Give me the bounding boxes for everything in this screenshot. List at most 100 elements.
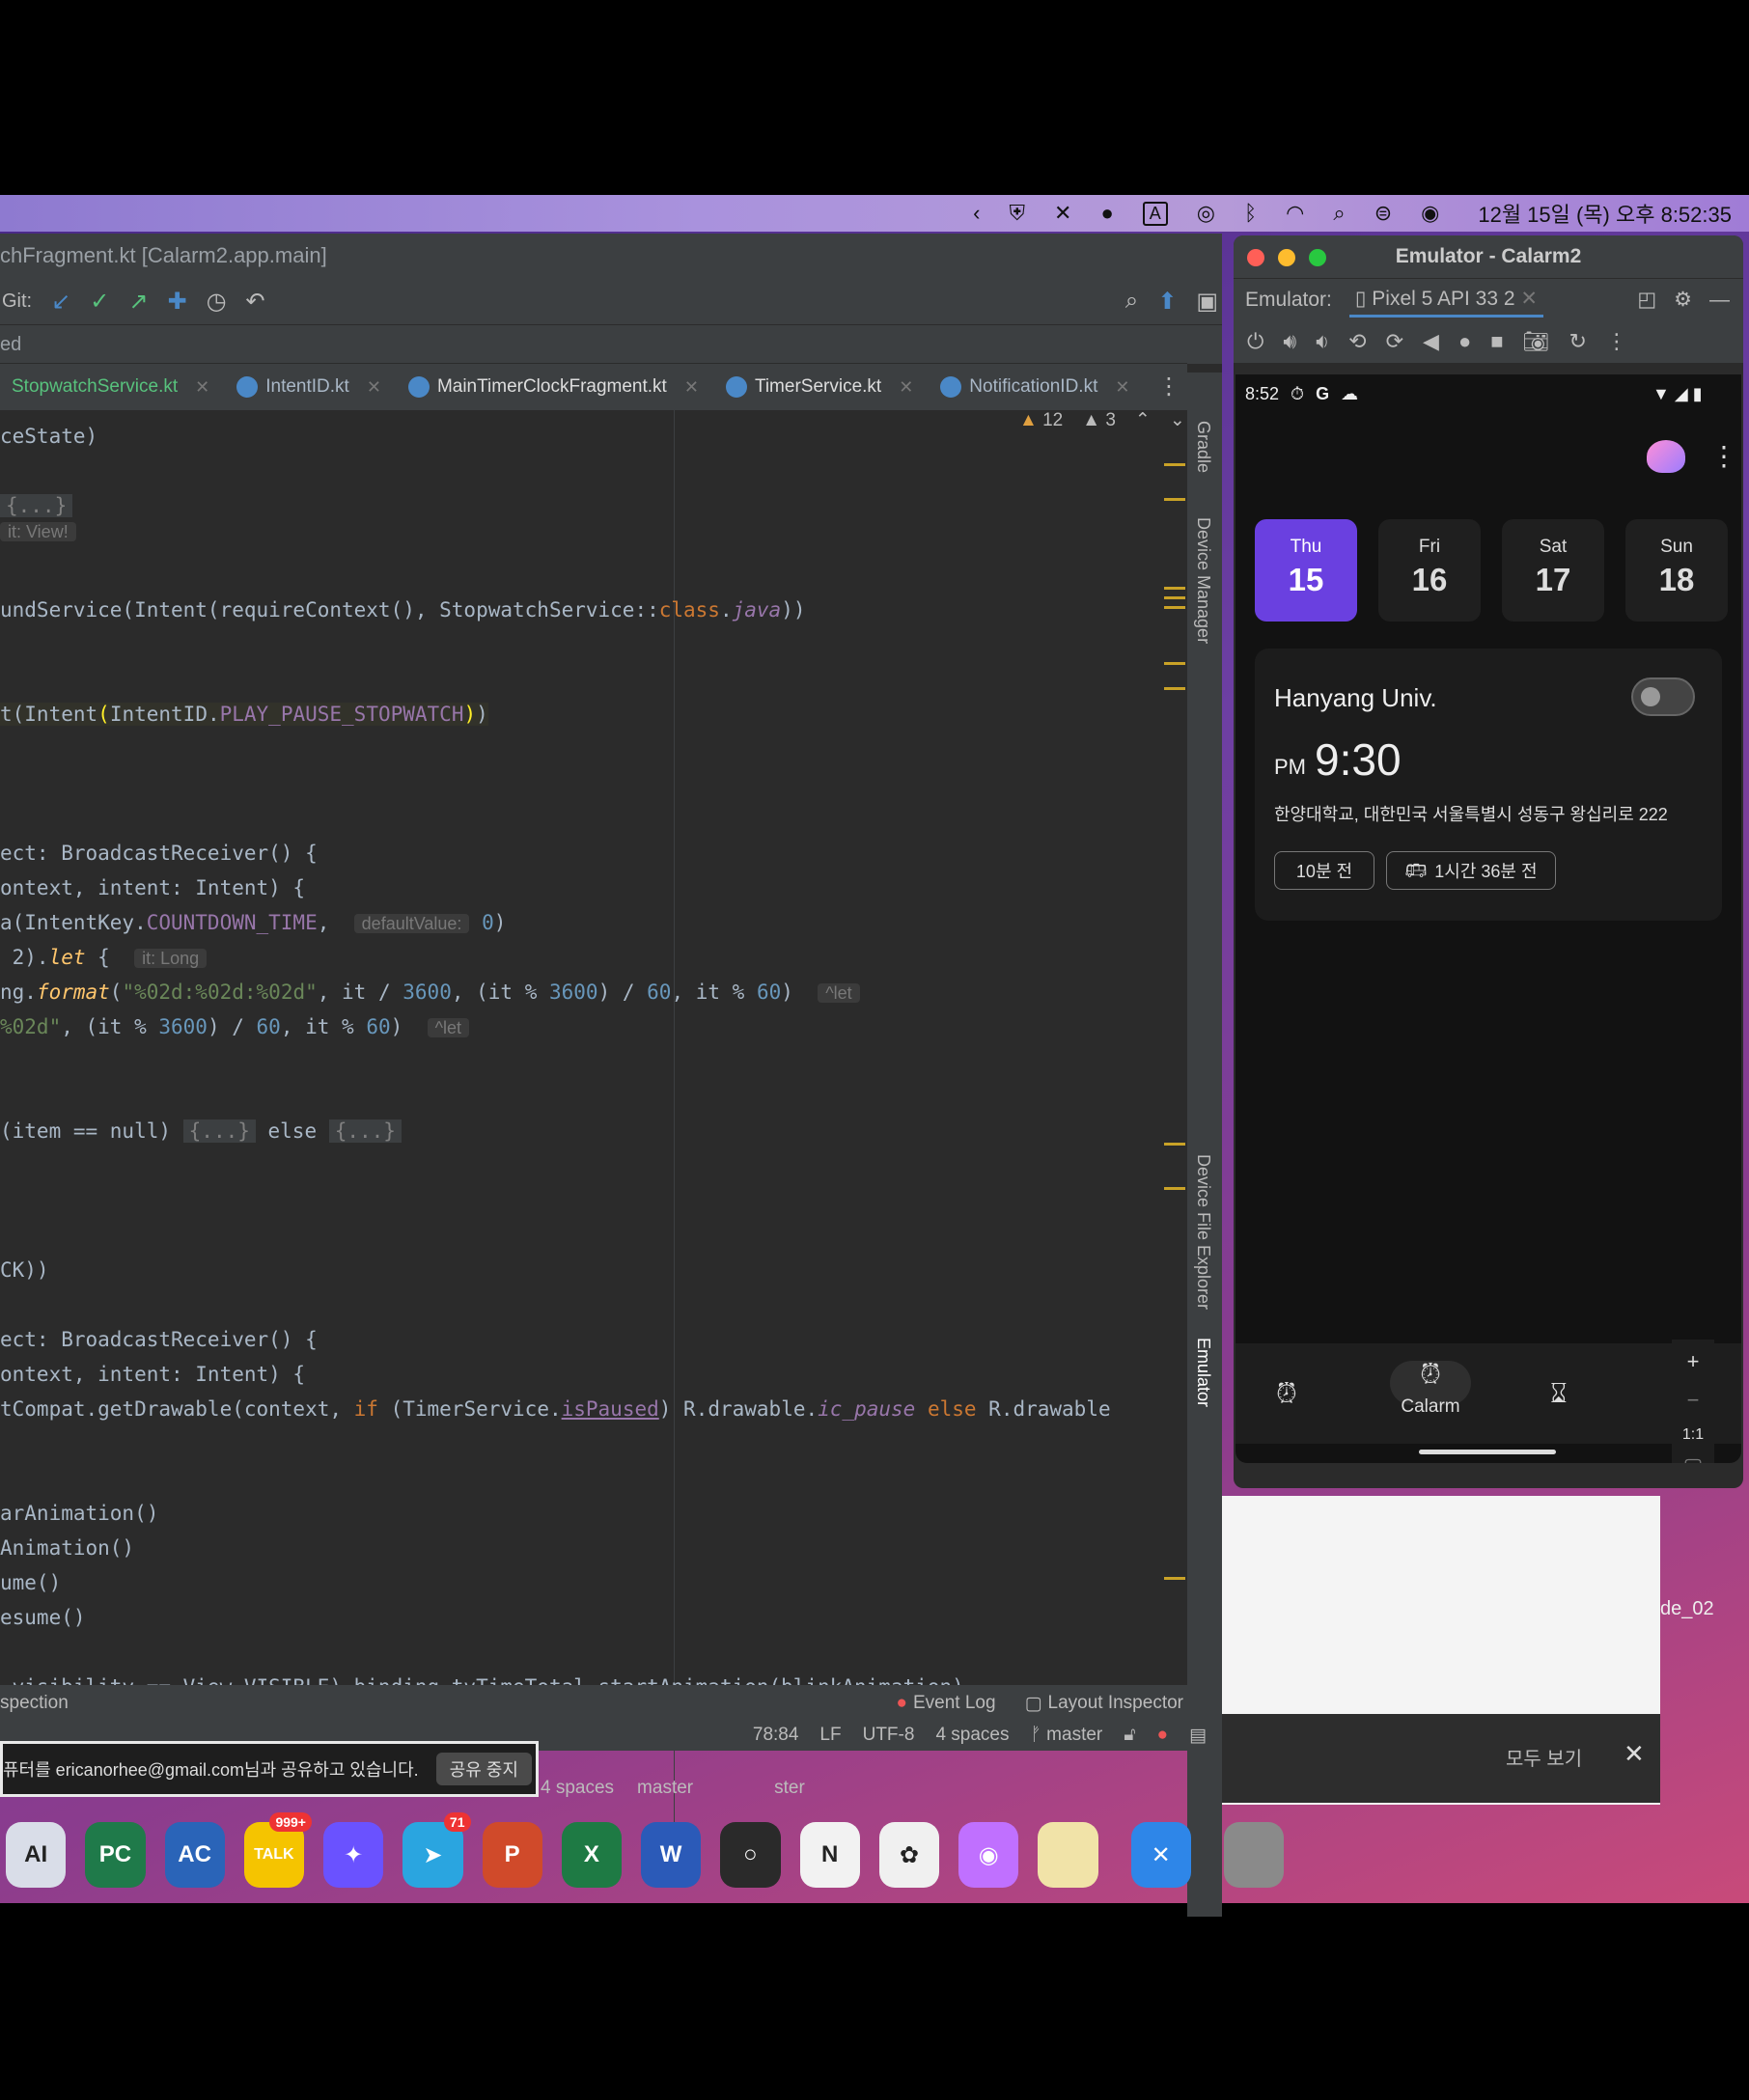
- close-icon[interactable]: ✕: [1115, 377, 1129, 398]
- tab-notification-id[interactable]: NotificationID.kt ✕: [929, 364, 1145, 410]
- gutter-mark[interactable]: [1164, 687, 1185, 690]
- dock-app-icon[interactable]: [1223, 1822, 1284, 1888]
- control-center-icon[interactable]: ⊜: [1374, 201, 1392, 226]
- dock-app-icon[interactable]: W: [641, 1822, 702, 1888]
- see-all-button[interactable]: 모두 보기: [1506, 1743, 1582, 1771]
- dock-app-icon[interactable]: N: [799, 1822, 860, 1888]
- gradle-tool[interactable]: Gradle: [1193, 421, 1213, 473]
- tab-more-icon[interactable]: ⋮: [1154, 363, 1183, 409]
- close-icon[interactable]: ✕: [367, 377, 381, 398]
- day-fri[interactable]: Fri 16: [1378, 519, 1481, 622]
- gutter-mark[interactable]: [1164, 1577, 1185, 1580]
- nav-calarm[interactable]: ⏰︎ Calarm: [1400, 1359, 1461, 1418]
- minimize-window-button[interactable]: [1278, 249, 1295, 266]
- day-sun[interactable]: Sun 18: [1625, 519, 1728, 622]
- gutter-mark[interactable]: [1164, 662, 1185, 665]
- rotate-left-icon[interactable]: ⟲: [1348, 329, 1366, 354]
- inspection-widget[interactable]: ▲ 12 ▲ 3 ⌃ ⌄: [1019, 409, 1185, 431]
- chevron-left-icon[interactable]: ‹: [973, 201, 980, 226]
- emulator-tool[interactable]: Emulator: [1193, 1338, 1213, 1407]
- alarm-card[interactable]: Hanyang Univ. PM 9:30 한양대학교, 대한민국 서울특별시 …: [1255, 649, 1722, 921]
- zoom-in-button[interactable]: +: [1672, 1349, 1714, 1374]
- line-separator[interactable]: LF: [819, 1725, 841, 1746]
- update-icon[interactable]: ⬆: [1157, 288, 1177, 316]
- device-manager-tool[interactable]: Device Manager: [1193, 517, 1213, 644]
- dock-app-icon[interactable]: ✦: [323, 1822, 384, 1888]
- gear-icon[interactable]: ⚙: [1674, 288, 1692, 312]
- overview-icon[interactable]: ■: [1490, 329, 1503, 354]
- dock-app-icon[interactable]: ○: [720, 1822, 781, 1888]
- airdrop-icon[interactable]: ◎: [1197, 201, 1215, 226]
- git-branch[interactable]: ᚠ master: [1030, 1725, 1102, 1746]
- search-icon[interactable]: ⌕: [1333, 201, 1345, 226]
- tab-intent-id[interactable]: IntentID.kt ✕: [225, 364, 397, 410]
- stop-sharing-button[interactable]: 공유 중지: [435, 1753, 532, 1785]
- overflow-menu-icon[interactable]: ⋮: [1710, 440, 1737, 472]
- siri-icon[interactable]: ◉: [1421, 201, 1439, 226]
- rollback-icon[interactable]: ↶: [246, 288, 265, 316]
- home-gesture-bar[interactable]: [1419, 1450, 1556, 1454]
- fit-screen-icon[interactable]: ▢: [1672, 1453, 1714, 1463]
- dock-app-icon[interactable]: X: [561, 1822, 622, 1888]
- dock-app-icon[interactable]: [1038, 1822, 1098, 1888]
- dock-app-icon[interactable]: TALK 999+: [243, 1812, 312, 1888]
- app-logo-icon[interactable]: [1647, 440, 1685, 473]
- event-log-tab[interactable]: Event Log: [913, 1693, 996, 1714]
- gutter-mark[interactable]: [1164, 1187, 1185, 1190]
- window-mode-icon[interactable]: ◰: [1637, 288, 1656, 312]
- back-icon[interactable]: ◀: [1423, 329, 1439, 354]
- dock-app-icon[interactable]: ◉: [958, 1822, 1019, 1888]
- snapshot-icon[interactable]: ↻: [1569, 329, 1586, 354]
- git-update-icon[interactable]: ↙: [51, 288, 70, 316]
- dock-app-icon[interactable]: AC: [164, 1822, 225, 1888]
- tab-main-timer-clock-fragment[interactable]: MainTimerClockFragment.kt ✕: [397, 364, 714, 410]
- messenger-icon[interactable]: ●: [1100, 201, 1113, 226]
- device-tab[interactable]: ▯ Pixel 5 API 33 2 ✕: [1348, 283, 1543, 318]
- input-a-icon[interactable]: A: [1142, 201, 1168, 226]
- git-commit-icon[interactable]: ✓: [90, 288, 109, 316]
- tab-timer-service[interactable]: TimerService.kt ✕: [714, 364, 929, 410]
- alarm-toggle[interactable]: [1631, 677, 1695, 716]
- gutter-mark[interactable]: [1164, 596, 1185, 599]
- caret-position[interactable]: 78:84: [753, 1725, 799, 1746]
- volume-down-icon[interactable]: 🔉︎: [1316, 329, 1329, 354]
- gutter-mark[interactable]: [1164, 463, 1185, 466]
- reminder-chip[interactable]: 10분 전: [1274, 851, 1374, 890]
- camera-icon[interactable]: 📷︎: [1523, 329, 1550, 354]
- gutter-mark[interactable]: [1164, 606, 1185, 609]
- dock-app-icon[interactable]: ✕: [1130, 1822, 1191, 1888]
- dock-app-icon[interactable]: ✿: [878, 1822, 939, 1888]
- account-icon[interactable]: ▣: [1196, 288, 1218, 316]
- search-icon[interactable]: ⌕: [1125, 288, 1138, 315]
- chevron-up-icon[interactable]: ⌃: [1135, 409, 1151, 431]
- nav-alarm[interactable]: ⏰︎: [1276, 1378, 1297, 1410]
- dock-app-icon[interactable]: PC: [85, 1822, 146, 1888]
- mute-icon[interactable]: ✕: [1054, 201, 1071, 226]
- volume-up-icon[interactable]: 🔊︎: [1283, 329, 1296, 354]
- close-icon[interactable]: ✕: [1520, 288, 1538, 310]
- indent-setting[interactable]: 4 spaces: [935, 1725, 1009, 1746]
- gutter-mark[interactable]: [1164, 498, 1185, 501]
- zoom-ratio-button[interactable]: 1:1: [1672, 1426, 1714, 1444]
- more-icon[interactable]: ⋮: [1606, 329, 1627, 354]
- device-file-explorer-tool[interactable]: Device File Explorer: [1193, 1154, 1213, 1310]
- notifications-icon[interactable]: ▤: [1189, 1725, 1207, 1747]
- git-merge-icon[interactable]: ✚: [167, 288, 186, 316]
- power-icon[interactable]: ⏻: [1247, 329, 1263, 354]
- dock-app-icon[interactable]: ➤ 71: [403, 1812, 471, 1888]
- day-thu[interactable]: Thu 15: [1255, 519, 1357, 622]
- file-encoding[interactable]: UTF-8: [863, 1725, 915, 1746]
- lock-icon[interactable]: 🔓︎: [1124, 1725, 1135, 1746]
- layout-inspector-tab[interactable]: Layout Inspector: [1048, 1693, 1183, 1714]
- zoom-out-button[interactable]: −: [1672, 1388, 1714, 1413]
- inspection-tab[interactable]: spection: [0, 1693, 69, 1714]
- day-sat[interactable]: Sat 17: [1502, 519, 1604, 622]
- gutter-mark[interactable]: [1164, 1143, 1185, 1146]
- close-icon[interactable]: ✕: [899, 377, 913, 398]
- chevron-down-icon[interactable]: ⌄: [1170, 409, 1185, 431]
- close-icon[interactable]: ✕: [684, 377, 699, 398]
- hide-icon[interactable]: —: [1709, 289, 1730, 312]
- rotate-right-icon[interactable]: ⟳: [1386, 329, 1403, 354]
- shield-icon[interactable]: ⛨: [1010, 201, 1026, 226]
- transit-chip[interactable]: 🚌︎ 1시간 36분 전: [1386, 851, 1556, 890]
